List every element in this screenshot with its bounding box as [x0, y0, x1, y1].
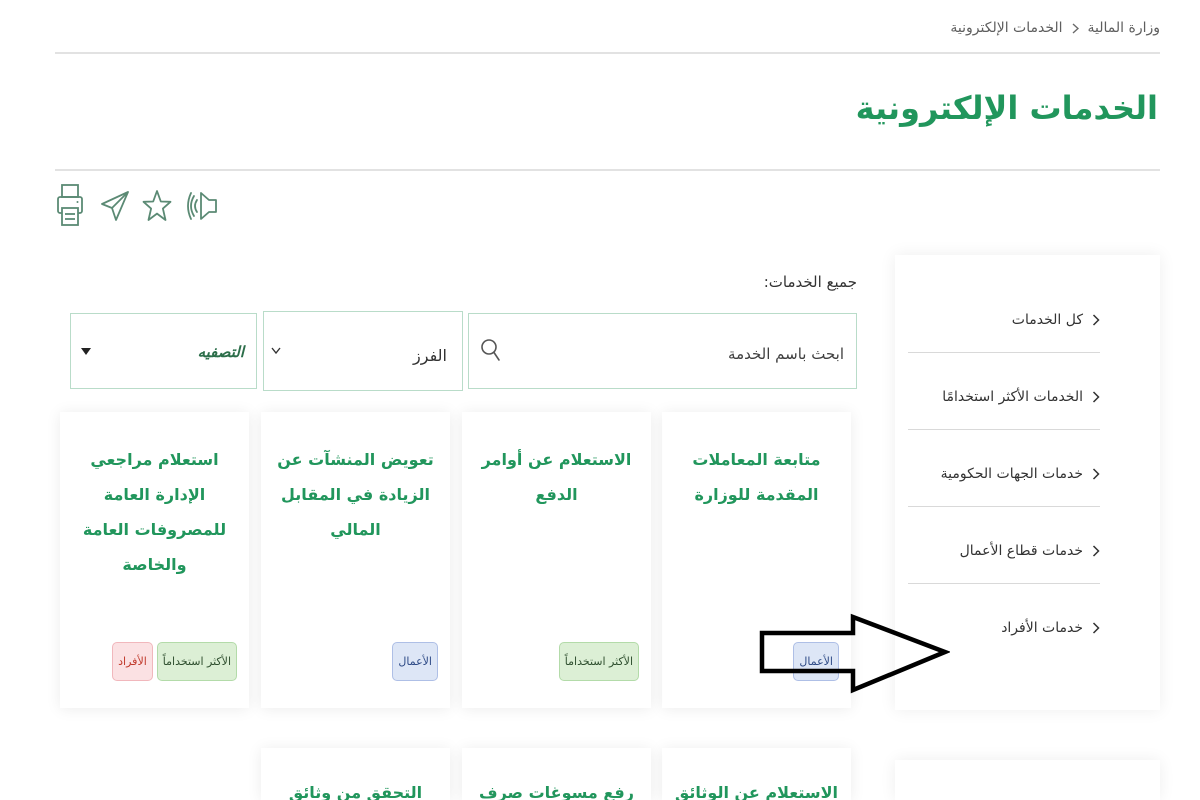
service-card[interactable]: رفع مسوغات صرف [462, 748, 651, 800]
badge-business: الأعمال [392, 642, 438, 681]
page-title: الخدمات الإلكترونية [855, 89, 1158, 127]
service-card[interactable]: تعويض المنشآت عن الزيادة في المقابل الما… [261, 412, 450, 708]
chevron-down-icon [271, 347, 281, 354]
sidebar-item-label: خدمات الجهات الحكومية [940, 466, 1083, 482]
sidebar-item-label: كل الخدمات [1011, 312, 1083, 328]
breadcrumb: وزارة المالية الخدمات الإلكترونية [950, 16, 1160, 40]
card-badges: الأكثر استخداماً الأفراد [112, 642, 237, 681]
speaker-icon[interactable] [185, 187, 219, 225]
sidebar-item-label: خدمات قطاع الأعمال [959, 543, 1083, 559]
annotation-arrow [759, 613, 950, 694]
sidebar-item-government[interactable]: خدمات الجهات الحكومية [908, 430, 1100, 507]
breadcrumb-current: الخدمات الإلكترونية [950, 20, 1063, 36]
sort-select-value: الفرز [413, 346, 447, 365]
service-card-title: الاستعلام عن الوثائق [674, 783, 838, 800]
title-divider [55, 169, 1160, 171]
services-heading: جميع الخدمات: [763, 273, 857, 291]
share-button[interactable] [100, 190, 130, 222]
star-icon[interactable] [142, 187, 172, 225]
send-icon[interactable] [100, 190, 130, 222]
service-card-title: رفع مسوغات صرف [479, 783, 634, 800]
sidebar-menu: كل الخدمات الخدمات الأكثر استخدامًا خدما… [908, 276, 1100, 661]
search-field [468, 313, 857, 389]
chevron-right-icon [1092, 622, 1100, 634]
sidebar-item-business[interactable]: خدمات قطاع الأعمال [908, 507, 1100, 584]
filter-select[interactable]: التصفيه [70, 313, 257, 389]
service-card-title: متابعة المعاملات المقدمة للوزارة [692, 450, 821, 504]
filter-select-value: التصفيه [197, 343, 244, 361]
service-card[interactable]: الاستعلام عن الوثائق [662, 748, 851, 800]
favorite-button[interactable] [142, 187, 172, 225]
badge-individuals: الأفراد [112, 642, 153, 681]
chevron-right-icon [1092, 545, 1100, 557]
badge-most-used: الأكثر استخداماً [156, 642, 237, 681]
badge-most-used: الأكثر استخداماً [558, 642, 639, 681]
service-card[interactable]: استعلام مراجعي الإدارة العامة للمصروفات … [60, 412, 249, 708]
service-card-title: التحقق من وثائق [288, 783, 423, 800]
search-input[interactable] [469, 314, 856, 388]
caret-down-icon [81, 348, 91, 355]
secondary-sidebar-card [895, 760, 1160, 800]
sidebar-item-most-used[interactable]: الخدمات الأكثر استخدامًا [908, 353, 1100, 430]
service-card[interactable]: التحقق من وثائق [261, 748, 450, 800]
card-badges: الأكثر استخداماً [558, 642, 639, 681]
service-card[interactable]: الاستعلام عن أوامر الدفع الأكثر استخداما… [462, 412, 651, 708]
chevron-right-icon [1072, 22, 1079, 34]
sidebar-item-label: الخدمات الأكثر استخدامًا [942, 389, 1083, 405]
chevron-right-icon [1092, 391, 1100, 403]
sort-select[interactable]: الفرز [263, 311, 463, 391]
service-card-title: تعويض المنشآت عن الزيادة في المقابل الما… [277, 450, 434, 539]
service-card-title: استعلام مراجعي الإدارة العامة للمصروفات … [82, 450, 227, 574]
printer-icon[interactable] [56, 183, 84, 229]
breadcrumb-home-link[interactable]: وزارة المالية [1088, 20, 1160, 36]
print-button[interactable] [56, 183, 84, 229]
chevron-right-icon [1092, 468, 1100, 480]
sidebar-item-all-services[interactable]: كل الخدمات [908, 276, 1100, 353]
chevron-right-icon [1092, 314, 1100, 326]
search-icon[interactable] [481, 338, 501, 362]
service-card-title: الاستعلام عن أوامر الدفع [481, 450, 632, 504]
header-divider [55, 52, 1160, 54]
listen-button[interactable] [185, 187, 219, 225]
card-badges: الأعمال [392, 642, 438, 681]
sidebar-item-label: خدمات الأفراد [1001, 620, 1083, 636]
